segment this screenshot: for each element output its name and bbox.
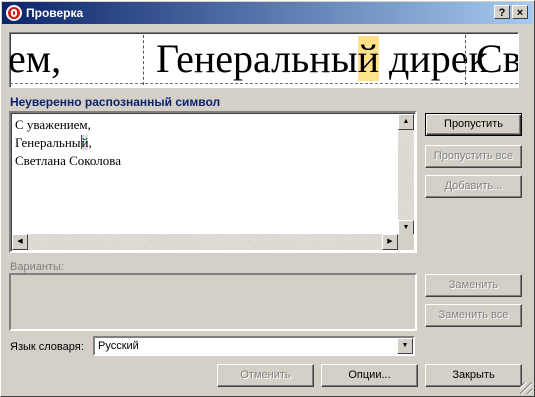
chevron-down-icon[interactable]: ▼ xyxy=(397,338,413,354)
text-editor[interactable]: С уважением, Генеральный, Светлана Сокол… xyxy=(9,111,417,253)
preview-word-after: дирек xyxy=(379,36,488,81)
uncertain-symbol-label: Неуверенно распознанный символ xyxy=(10,95,221,109)
close-button[interactable]: Закрыть xyxy=(425,364,522,387)
replace-all-button[interactable]: Заменить все xyxy=(425,304,522,327)
add-button[interactable]: Добавить... xyxy=(425,175,522,198)
horizontal-scrollbar[interactable]: ◀ ▶ xyxy=(12,234,398,250)
scroll-corner xyxy=(398,234,414,250)
scroll-left-icon[interactable]: ◀ xyxy=(12,234,28,250)
preview-current-word: Генеральный дирек xyxy=(156,35,488,83)
preview-prev-word: ем, xyxy=(9,36,62,81)
options-button[interactable]: Опции... xyxy=(321,364,418,387)
replace-button[interactable]: Заменить xyxy=(425,274,522,297)
editor-line: Генеральный, xyxy=(15,134,121,152)
check-dialog: Проверка ? × ем, Генеральный дирек Св Не… xyxy=(0,0,535,397)
app-icon xyxy=(6,5,22,21)
preview-text: ем, xyxy=(9,35,62,83)
help-button[interactable]: ? xyxy=(494,5,510,19)
skip-button[interactable]: Пропустить xyxy=(425,113,522,136)
title-bar[interactable]: Проверка ? × xyxy=(2,2,533,24)
editor-line: Светлана Соколова xyxy=(15,153,121,168)
skip-all-button[interactable]: Пропустить все xyxy=(425,145,522,168)
close-window-button[interactable]: × xyxy=(512,5,528,19)
preview-highlight-char: й xyxy=(357,36,379,81)
dictionary-language-select[interactable]: Русский ▼ xyxy=(93,336,415,356)
editor-text[interactable]: С уважением, Генеральный, Светлана Сокол… xyxy=(15,116,121,170)
scroll-up-icon[interactable]: ▲ xyxy=(398,114,414,130)
vertical-scrollbar[interactable]: ▲ ▼ xyxy=(398,114,414,236)
variants-list[interactable] xyxy=(9,273,417,331)
dictionary-language-label: Язык словаря: xyxy=(10,341,84,353)
preview-next-word: Св xyxy=(476,36,519,81)
preview-word-start: Генеральны xyxy=(156,36,358,81)
window-title: Проверка xyxy=(26,6,84,20)
boundary-line xyxy=(465,35,466,85)
scroll-right-icon[interactable]: ▶ xyxy=(382,234,398,250)
boundary-line xyxy=(143,35,144,85)
selected-language: Русский xyxy=(98,340,139,352)
image-preview: ем, Генеральный дирек Св xyxy=(9,32,519,88)
baseline-line xyxy=(10,83,518,84)
editor-word-end: , xyxy=(88,135,92,150)
variants-label: Варианты: xyxy=(10,261,64,273)
editor-line: С уважением, xyxy=(15,117,91,132)
undo-button[interactable]: Отменить xyxy=(217,364,314,387)
editor-word-start: Генеральны xyxy=(15,135,81,150)
resize-grip-icon[interactable] xyxy=(520,382,532,394)
